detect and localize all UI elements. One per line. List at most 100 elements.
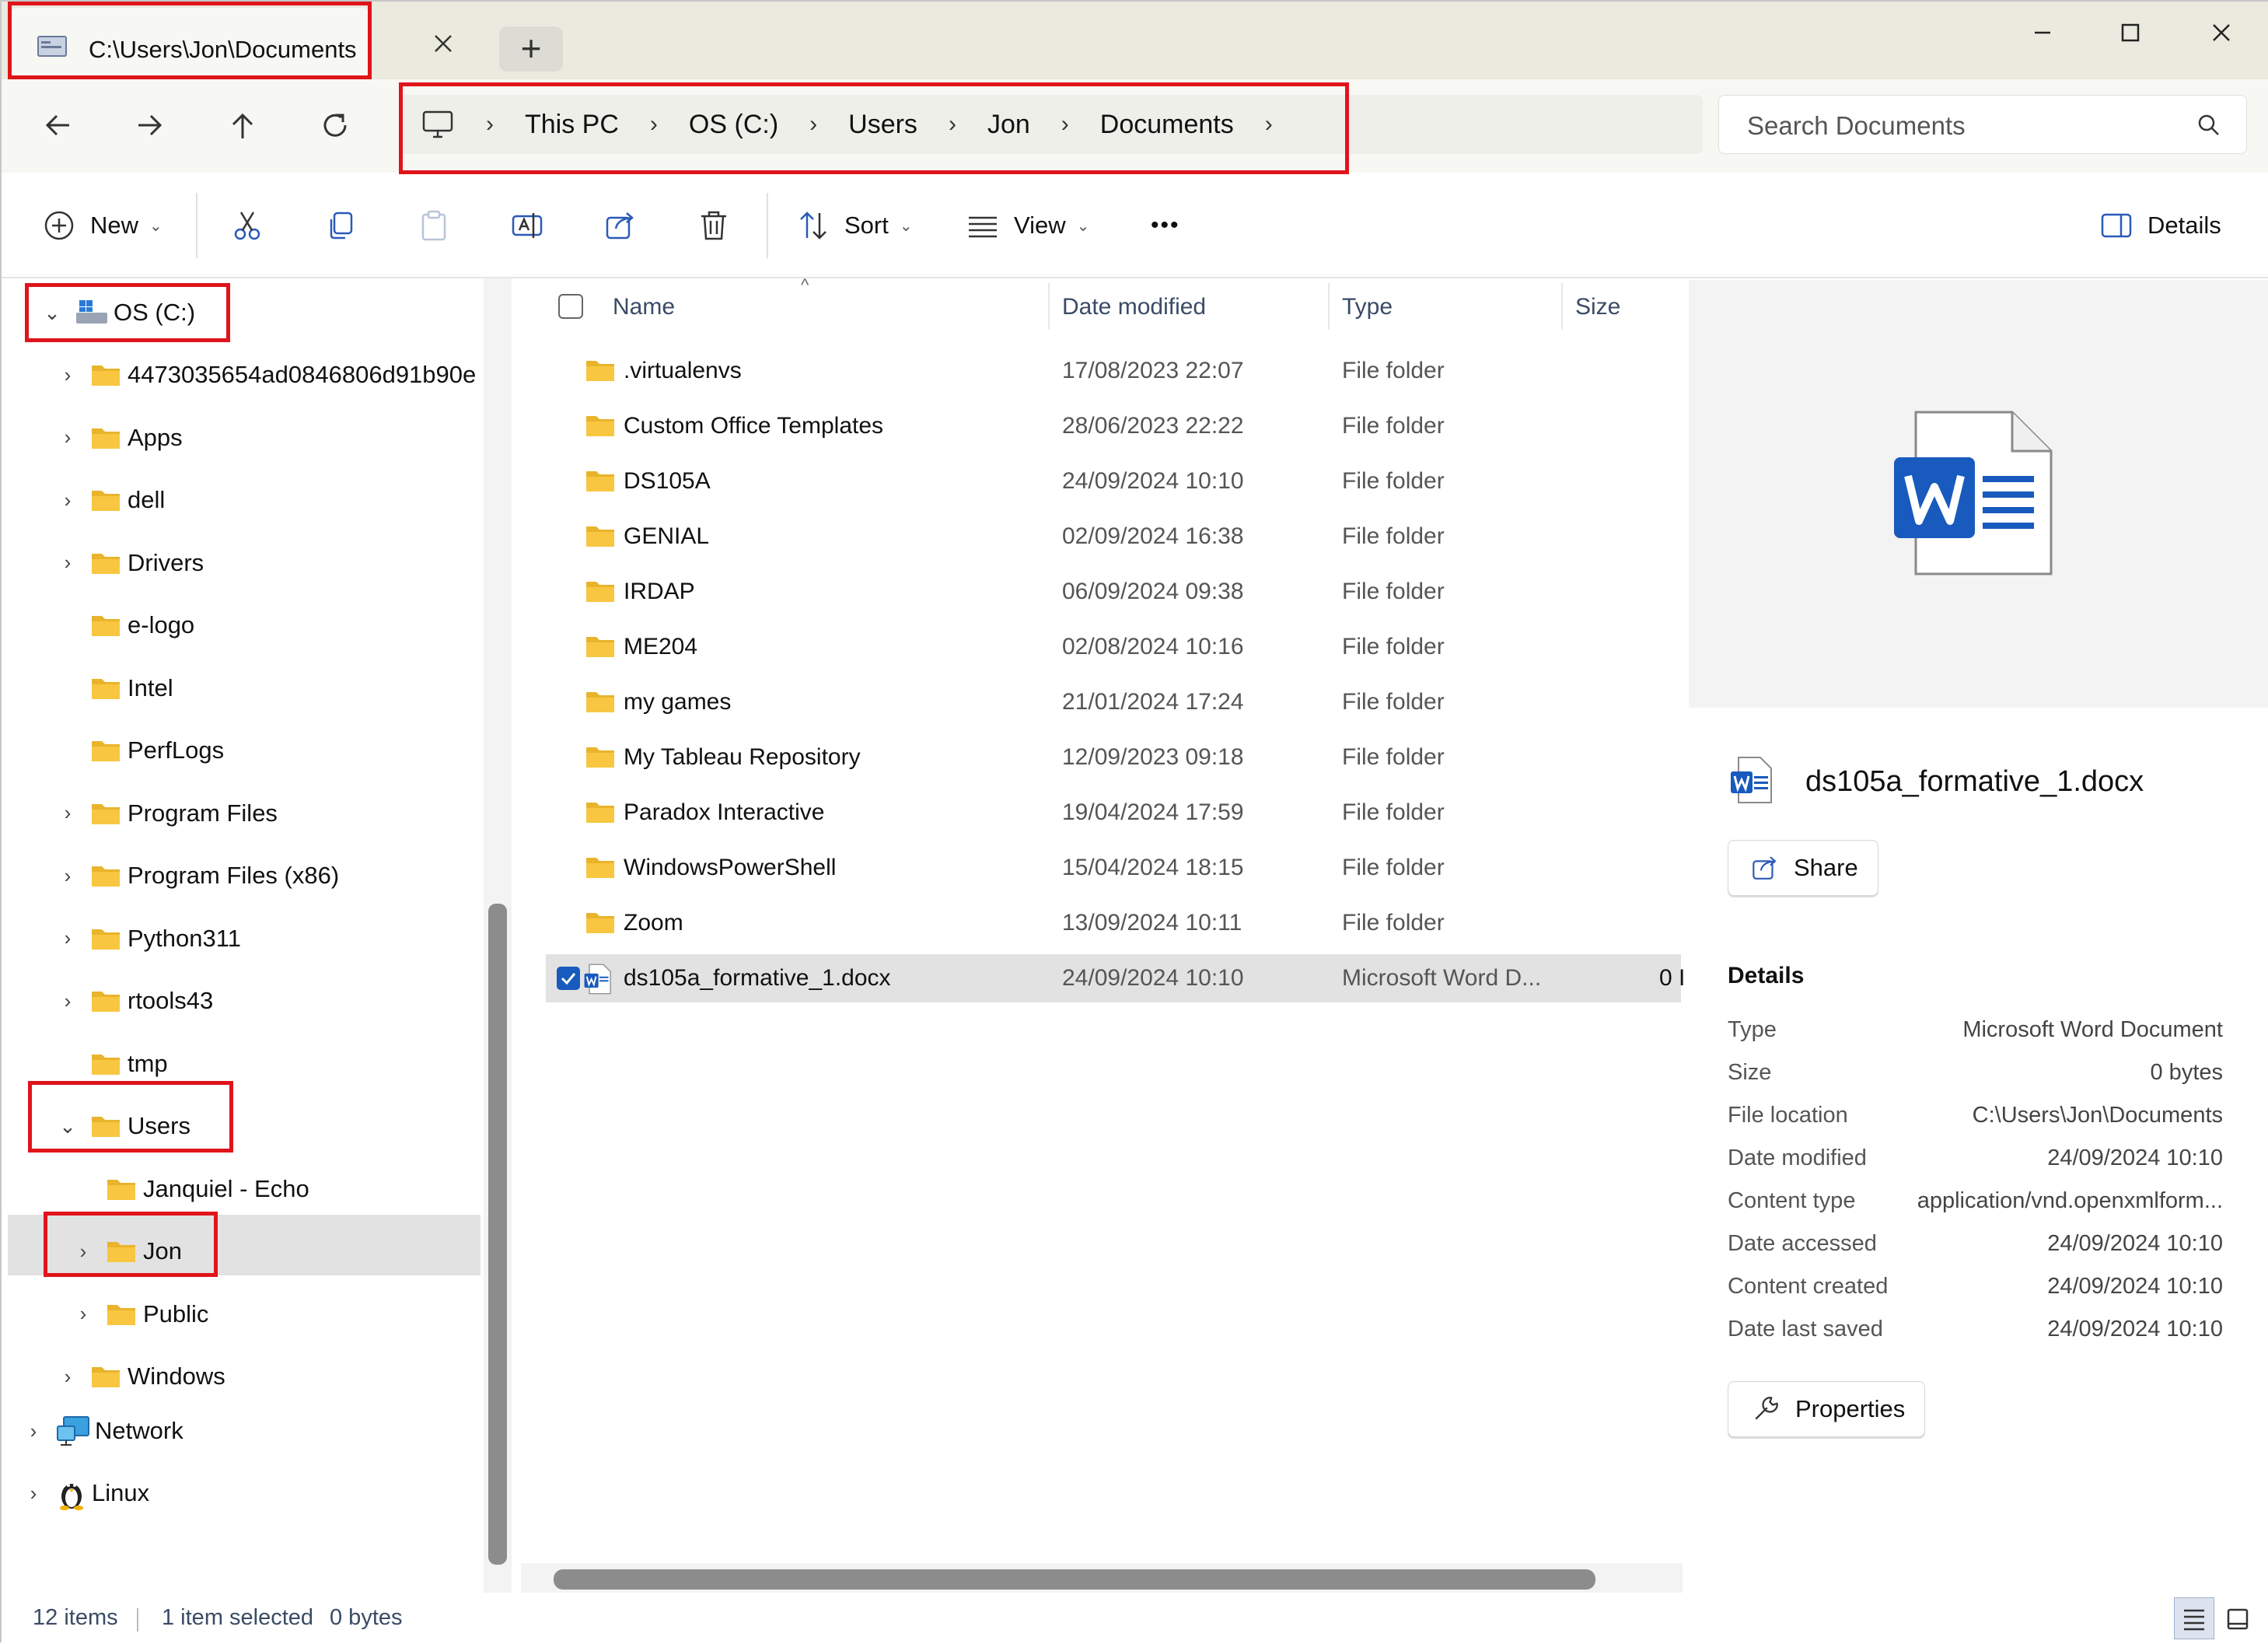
folder-icon [586, 692, 614, 712]
cell-type: File folder [1342, 468, 1445, 494]
tiles-view-icon[interactable] [2222, 1604, 2253, 1635]
linux-penguin-icon [60, 1484, 83, 1510]
chevron-right-icon[interactable]: › [56, 989, 79, 1013]
table-row[interactable]: Custom Office Templates 28/06/2023 22:22 F… [546, 402, 1681, 450]
table-row[interactable]: ME204 02/08/2024 10:16 File folder [546, 623, 1681, 671]
chevron-right-icon[interactable]: › [56, 926, 79, 950]
trash-icon [701, 211, 726, 240]
sidebar-item-network[interactable]: › Network [22, 1408, 183, 1454]
table-row[interactable]: IRDAP 06/09/2024 09:38 File folder [546, 568, 1681, 616]
paste-button[interactable] [417, 202, 451, 249]
toolbar-divider [767, 193, 768, 258]
table-row[interactable]: My Tableau Repository 12/09/2023 09:18 Fil… [546, 733, 1681, 782]
up-arrow-icon[interactable] [223, 106, 262, 145]
file-list-scrollbar[interactable] [554, 1569, 1595, 1590]
column-divider[interactable] [1328, 283, 1330, 330]
row-checkbox-checked[interactable] [555, 965, 582, 992]
view-button[interactable]: View ⌄ [966, 202, 1089, 249]
sidebar-item-intel[interactable]: Intel [56, 665, 173, 712]
column-divider[interactable] [1048, 283, 1050, 330]
chevron-right-icon[interactable]: › [56, 551, 79, 575]
maximize-icon[interactable] [2115, 17, 2146, 48]
scissors-icon [234, 212, 260, 240]
detail-label: Size [1728, 1060, 1772, 1085]
detail-label: Content created [1728, 1274, 1889, 1299]
sidebar-item-python311[interactable]: › Python311 [56, 915, 241, 962]
sort-button[interactable]: Sort ⌄ [796, 202, 913, 249]
tab-close-icon[interactable] [428, 28, 459, 59]
new-button[interactable]: New ⌄ [42, 202, 162, 249]
forward-arrow-icon[interactable] [131, 106, 169, 145]
chevron-right-icon[interactable]: › [56, 801, 79, 825]
folder-icon [92, 1367, 120, 1387]
sidebar-item-program-files-x86-[interactable]: › Program Files (x86) [56, 852, 340, 899]
sidebar-item-rtools43[interactable]: › rtools43 [56, 978, 214, 1024]
copy-button[interactable] [323, 202, 358, 249]
table-row[interactable]: Paradox Interactive 19/04/2024 17:59 File … [546, 789, 1681, 837]
rename-button[interactable] [510, 202, 544, 249]
sidebar-item-program-files[interactable]: › Program Files [56, 790, 278, 837]
details-label: Details [2147, 212, 2221, 239]
chevron-right-icon[interactable]: › [56, 864, 79, 888]
details-section-title: Details [1728, 963, 1805, 988]
sidebar-item-e-logo[interactable]: e-logo [56, 602, 194, 649]
folder-icon [92, 803, 120, 824]
search-input[interactable]: Search Documents [1718, 95, 2247, 154]
column-header-name[interactable]: Name [613, 294, 675, 320]
chevron-right-icon[interactable]: › [56, 488, 79, 512]
chevron-right-icon[interactable]: › [22, 1481, 45, 1506]
close-icon[interactable] [2206, 17, 2237, 48]
folder-icon [586, 913, 614, 933]
folder-icon [586, 471, 614, 491]
sidebar-item-drivers[interactable]: › Drivers [56, 540, 204, 586]
sidebar-scrollbar[interactable] [488, 904, 507, 1565]
table-row[interactable]: GENIAL 02/09/2024 16:38 File folder [546, 512, 1681, 561]
share-button[interactable]: Share [1728, 840, 1878, 896]
detail-value: 24/09/2024 10:10 [2047, 1146, 2223, 1170]
table-row[interactable]: Zoom 13/09/2024 10:11 File folder [546, 899, 1681, 947]
properties-button[interactable]: Properties [1728, 1381, 1925, 1437]
cell-date: 02/09/2024 16:38 [1062, 523, 1244, 549]
sidebar-item-linux[interactable]: › Linux [22, 1470, 149, 1516]
chevron-right-icon[interactable]: › [72, 1302, 95, 1326]
sidebar-item-dell[interactable]: › dell [56, 477, 166, 523]
back-arrow-icon[interactable] [38, 106, 77, 145]
cell-date: 28/06/2023 22:22 [1062, 413, 1244, 439]
sidebar-item-windows[interactable]: › Windows [56, 1353, 225, 1400]
more-options-button[interactable]: ••• [1151, 202, 1180, 249]
sidebar-item-tmp[interactable]: tmp [56, 1041, 168, 1087]
folder-icon [92, 553, 120, 574]
column-divider[interactable] [1561, 283, 1563, 330]
chevron-right-icon[interactable]: › [56, 363, 79, 387]
delete-button[interactable] [697, 202, 731, 249]
chevron-right-icon[interactable]: › [56, 1365, 79, 1389]
details-view-toggle[interactable] [2174, 1597, 2214, 1639]
details-pane-button[interactable]: Details [2099, 202, 2221, 249]
chevron-right-icon[interactable]: › [56, 425, 79, 449]
sidebar-item-4473035654ad0846806d91b90e[interactable]: › 4473035654ad0846806d91b90e [56, 352, 477, 398]
table-row[interactable]: .virtualenvs 17/08/2023 22:07 File folder [546, 347, 1681, 395]
chevron-right-icon[interactable]: › [22, 1419, 45, 1443]
cell-type: File folder [1342, 579, 1445, 604]
minimize-icon[interactable] [2027, 17, 2058, 48]
share-button[interactable] [603, 202, 638, 249]
new-tab-button[interactable]: + [499, 26, 563, 72]
select-all-checkbox[interactable] [557, 292, 585, 320]
column-header-date[interactable]: Date modified [1062, 294, 1206, 320]
search-icon[interactable] [2195, 111, 2223, 139]
sidebar-item-perflogs[interactable]: PerfLogs [56, 727, 224, 774]
column-header-size[interactable]: Size [1575, 294, 1620, 320]
sidebar-item-public[interactable]: › Public [72, 1291, 209, 1338]
detail-value: 24/09/2024 10:10 [2047, 1317, 2223, 1341]
table-row[interactable]: my games 21/01/2024 17:24 File folder [546, 678, 1681, 726]
refresh-icon[interactable] [316, 106, 355, 145]
column-header-type[interactable]: Type [1342, 294, 1393, 320]
table-row[interactable]: WindowsPowerShell 15/04/2024 18:15 File fo… [546, 844, 1681, 892]
share-label: Share [1794, 854, 1858, 881]
table-row[interactable]: DS105A 24/09/2024 10:10 File folder [546, 457, 1681, 505]
cut-button[interactable] [230, 202, 264, 249]
table-row[interactable]: ds105a_formative_1.docx 24/09/2024 10:10 M… [546, 954, 1685, 1002]
sidebar-item-janquiel-echo[interactable]: Janquiel - Echo [72, 1166, 309, 1212]
cell-name: ds105a_formative_1.docx [624, 965, 891, 991]
sidebar-item-apps[interactable]: › Apps [56, 414, 183, 461]
